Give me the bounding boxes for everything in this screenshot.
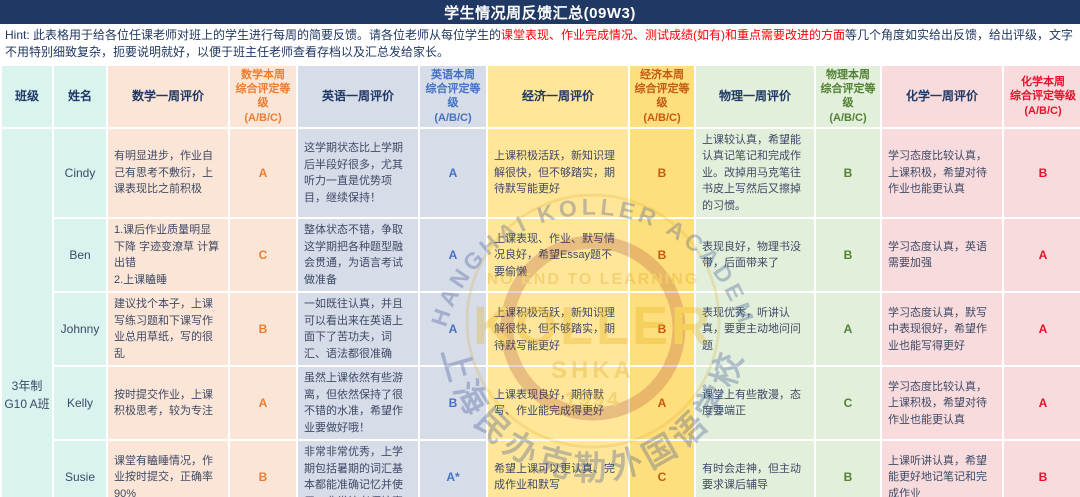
physics-comment-cell[interactable]: 有时会走神，但主动要求课后辅导 (696, 441, 814, 497)
header-chem-grade[interactable]: 化学本周 综合评定等级 (A/B/C) (1004, 66, 1080, 127)
english-comment-cell[interactable]: 一如既往认真，并且可以看出来在英语上面下了苦功夫，词汇、语法都很准确 (298, 293, 418, 365)
english-comment-cell[interactable]: 整体状态不错，争取这学期把各种题型融会贯通，为语言考试做准备 (298, 219, 418, 291)
header-class[interactable]: 班级 (2, 66, 52, 127)
physics-comment-cell[interactable]: 上课较认真，希望能认真记笔记和完成作业。改掉用马克笔往书皮上写然后又擦掉的习惯。 (696, 129, 814, 218)
econ-grade-cell[interactable]: B (630, 129, 694, 218)
hint-part-red: 课堂表现、作业完成情况、测试成绩(如有)和重点需要改进的方面 (501, 28, 845, 42)
chem-grade-cell[interactable]: A (1004, 219, 1080, 291)
english-grade-cell[interactable]: B (420, 367, 486, 439)
econ-comment-cell[interactable]: 希望上课可以更认真、完成作业和默写 (488, 441, 628, 497)
chem-comment-cell[interactable]: 学习态度比较认真，上课积极，希望对待作业也能更认真 (882, 367, 1002, 439)
student-name-cell[interactable]: Susie (54, 441, 106, 497)
student-name-cell[interactable]: Kelly (54, 367, 106, 439)
feedback-table: 班级 姓名 数学一周评价 数学本周 综合评定等级 (A/B/C) 英语一周评价 … (0, 64, 1080, 497)
english-comment-cell[interactable]: 非常非常优秀，上学期包括暑期的词汇基本都能准确记忆并使用，非常让老师惊喜 (298, 441, 418, 497)
table-row: Susie课堂有瞌睡情况，作业按时提交，正确率90%B非常非常优秀，上学期包括暑… (2, 441, 1080, 497)
student-name-cell[interactable]: Johnny (54, 293, 106, 365)
english-comment-cell[interactable]: 这学期状态比上学期后半段好很多，尤其听力一直是优势项目，继续保持！ (298, 129, 418, 218)
header-name[interactable]: 姓名 (54, 66, 106, 127)
econ-comment-cell[interactable]: 上课表现良好，期待默写、作业能完成得更好 (488, 367, 628, 439)
math-grade-cell[interactable]: C (230, 219, 296, 291)
math-grade-cell[interactable]: B (230, 441, 296, 497)
table-body: 3年制 G10 A班Cindy有明显进步，作业自己有思考不敷衍，上课表现比之前积… (2, 129, 1080, 497)
english-grade-cell[interactable]: A (420, 219, 486, 291)
econ-comment-cell[interactable]: 上课积极活跃，新知识理解很快，但不够踏实，期待默写能更好 (488, 129, 628, 218)
class-cell[interactable]: 3年制 G10 A班 (2, 129, 52, 497)
chem-comment-cell[interactable]: 学习态度认真，默写中表现很好，希望作业也能写得更好 (882, 293, 1002, 365)
page-title: 学生情况周反馈汇总(09W3) (0, 0, 1080, 24)
table-row: Kelly按时提交作业，上课积极思考，较为专注A虽然上课依然有些游离，但依然保持… (2, 367, 1080, 439)
math-grade-cell[interactable]: B (230, 293, 296, 365)
english-comment-cell[interactable]: 虽然上课依然有些游离，但依然保持了很不错的水准，希望作业要做好哦！ (298, 367, 418, 439)
chem-grade-cell[interactable]: A (1004, 367, 1080, 439)
econ-grade-cell[interactable]: A (630, 367, 694, 439)
math-comment-cell[interactable]: 课堂有瞌睡情况，作业按时提交，正确率90% (108, 441, 228, 497)
chem-grade-cell[interactable]: B (1004, 129, 1080, 218)
header-row: 班级 姓名 数学一周评价 数学本周 综合评定等级 (A/B/C) 英语一周评价 … (2, 66, 1080, 127)
header-physics-comment[interactable]: 物理一周评价 (696, 66, 814, 127)
math-grade-cell[interactable]: A (230, 367, 296, 439)
english-grade-cell[interactable]: A* (420, 441, 486, 497)
table-row: Ben1.课后作业质量明显下降 字迹变潦草 计算出错 2.上课瞌睡C整体状态不错… (2, 219, 1080, 291)
math-comment-cell[interactable]: 1.课后作业质量明显下降 字迹变潦草 计算出错 2.上课瞌睡 (108, 219, 228, 291)
hint-part-1: Hint: 此表格用于给各位任课老师对班上的学生进行每周的简要反馈。请各位老师从… (5, 28, 501, 42)
chem-grade-cell[interactable]: A (1004, 293, 1080, 365)
math-comment-cell[interactable]: 有明显进步，作业自己有思考不敷衍，上课表现比之前积极 (108, 129, 228, 218)
english-grade-cell[interactable]: A (420, 129, 486, 218)
physics-grade-cell[interactable]: C (816, 367, 880, 439)
header-chem-comment[interactable]: 化学一周评价 (882, 66, 1002, 127)
physics-grade-cell[interactable]: B (816, 441, 880, 497)
chem-comment-cell[interactable]: 上课听讲认真，希望能更好地记笔记和完成作业 (882, 441, 1002, 497)
chem-comment-cell[interactable]: 学习态度比较认真，上课积极，希望对待作业也能更认真 (882, 129, 1002, 218)
physics-grade-cell[interactable]: B (816, 219, 880, 291)
math-grade-cell[interactable]: A (230, 129, 296, 218)
math-comment-cell[interactable]: 建议找个本子，上课写练习题和下课写作业总用草纸，写的很乱 (108, 293, 228, 365)
header-math-comment[interactable]: 数学一周评价 (108, 66, 228, 127)
econ-grade-cell[interactable]: C (630, 441, 694, 497)
econ-grade-cell[interactable]: B (630, 293, 694, 365)
physics-comment-cell[interactable]: 课堂上有些散漫，态度要端正 (696, 367, 814, 439)
student-name-cell[interactable]: Cindy (54, 129, 106, 218)
header-math-grade[interactable]: 数学本周 综合评定等级 (A/B/C) (230, 66, 296, 127)
math-comment-cell[interactable]: 按时提交作业，上课积极思考，较为专注 (108, 367, 228, 439)
econ-comment-cell[interactable]: 上课积极活跃，新知识理解很快，但不够踏实，期待默写能更好 (488, 293, 628, 365)
physics-grade-cell[interactable]: B (816, 129, 880, 218)
header-econ-grade[interactable]: 经济本周 综合评定等级 (A/B/C) (630, 66, 694, 127)
econ-grade-cell[interactable]: B (630, 219, 694, 291)
table-row: 3年制 G10 A班Cindy有明显进步，作业自己有思考不敷衍，上课表现比之前积… (2, 129, 1080, 218)
student-name-cell[interactable]: Ben (54, 219, 106, 291)
table-row: Johnny建议找个本子，上课写练习题和下课写作业总用草纸，写的很乱B一如既往认… (2, 293, 1080, 365)
physics-comment-cell[interactable]: 表现良好，物理书没带，后面带来了 (696, 219, 814, 291)
physics-grade-cell[interactable]: A (816, 293, 880, 365)
header-physics-grade[interactable]: 物理本周 综合评定等级 (A/B/C) (816, 66, 880, 127)
physics-comment-cell[interactable]: 表现优秀，听讲认真，要更主动地问问题 (696, 293, 814, 365)
chem-comment-cell[interactable]: 学习态度认真，英语需要加强 (882, 219, 1002, 291)
header-econ-comment[interactable]: 经济一周评价 (488, 66, 628, 127)
hint-text: Hint: 此表格用于给各位任课老师对班上的学生进行每周的简要反馈。请各位老师从… (0, 24, 1080, 64)
english-grade-cell[interactable]: A (420, 293, 486, 365)
header-english-comment[interactable]: 英语一周评价 (298, 66, 418, 127)
header-english-grade[interactable]: 英语本周 综合评定等级 (A/B/C) (420, 66, 486, 127)
econ-comment-cell[interactable]: 上课表现、作业、默写情况良好，希望Essay题不要偷懒 (488, 219, 628, 291)
chem-grade-cell[interactable]: B (1004, 441, 1080, 497)
